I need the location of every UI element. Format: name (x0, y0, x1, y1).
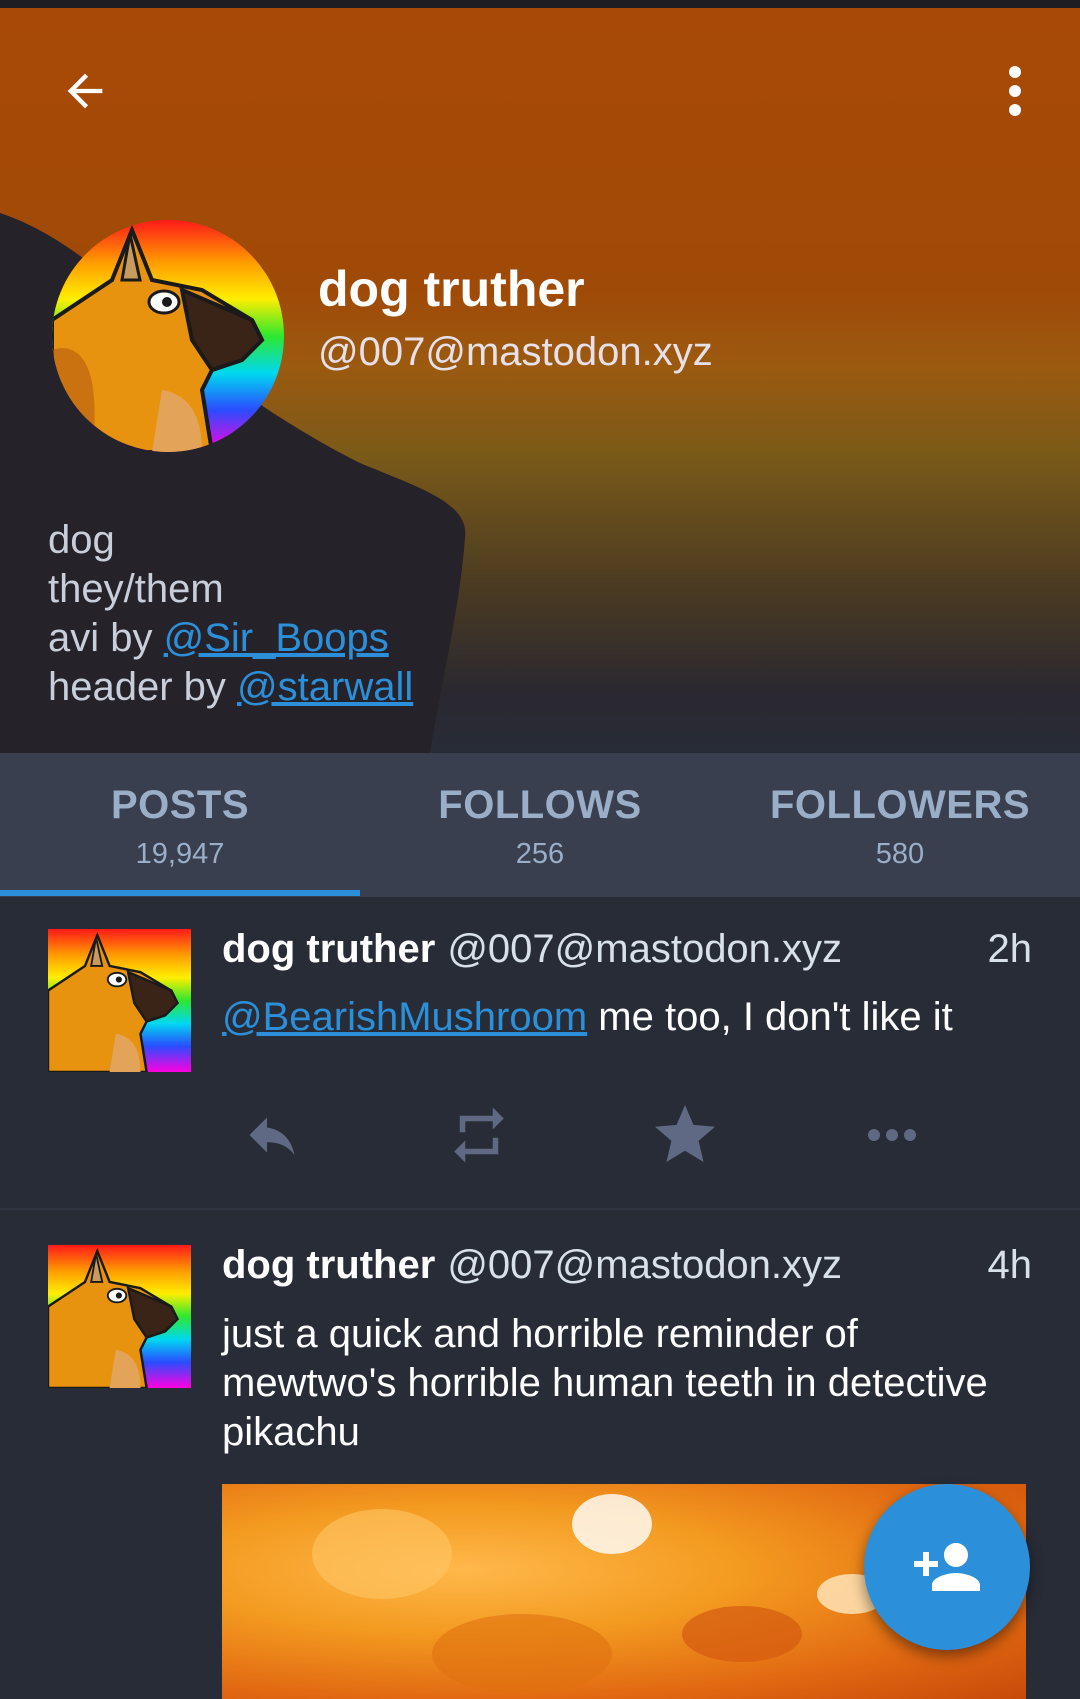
status-display-name[interactable]: dog truther (222, 1243, 435, 1288)
boost-button[interactable] (429, 1095, 529, 1175)
status-account[interactable]: @007@mastodon.xyz (447, 927, 987, 972)
system-status-bar (0, 0, 1080, 8)
boost-icon (453, 1107, 504, 1163)
tab-posts-count: 19,947 (135, 838, 225, 870)
tab-followers-label: FOLLOWERS (769, 783, 1031, 827)
header-credit-link[interactable]: @starwall (237, 665, 413, 709)
tab-followers[interactable]: FOLLOWERS 580 (720, 753, 1080, 897)
bio-line: avi by @Sir_Boops (48, 614, 413, 663)
status-text: me too, I don't like it (587, 995, 953, 1039)
profile-avatar[interactable] (52, 220, 284, 452)
mention-link[interactable]: @BearishMushroom (222, 995, 587, 1039)
reply-button[interactable] (222, 1095, 322, 1175)
status-account[interactable]: @007@mastodon.xyz (447, 1243, 987, 1288)
more-horiz-icon (867, 1129, 916, 1141)
status-header: dog truther @007@mastodon.xyz 4h (222, 1243, 1032, 1288)
status-avatar[interactable] (48, 1245, 191, 1388)
back-button[interactable] (50, 56, 120, 126)
more-vert-icon (1009, 66, 1021, 116)
profile-tabs: POSTS 19,947 FOLLOWS 256 FOLLOWERS 580 (0, 753, 1080, 897)
avi-credit-link[interactable]: @Sir_Boops (164, 616, 389, 660)
status-display-name[interactable]: dog truther (222, 927, 435, 972)
bio-line: header by @starwall (48, 663, 413, 712)
bio-avi-prefix: avi by (48, 616, 164, 660)
status-avatar[interactable] (48, 929, 191, 1072)
active-tab-indicator (0, 890, 360, 896)
bio-line: they/them (48, 567, 224, 611)
status-timestamp: 2h (987, 927, 1033, 971)
status-header: dog truther @007@mastodon.xyz 2h (222, 927, 1032, 972)
more-options-button[interactable] (842, 1095, 942, 1175)
person-add-icon (914, 1543, 980, 1591)
favourite-button[interactable] (635, 1095, 735, 1175)
profile-handle: @007@mastodon.xyz (318, 330, 713, 374)
status-actions (222, 1095, 942, 1175)
tab-posts-label: POSTS (110, 783, 250, 827)
profile-bio: dog they/them avi by @Sir_Boops header b… (48, 516, 413, 712)
bio-header-prefix: header by (48, 665, 238, 709)
tab-posts[interactable]: POSTS 19,947 (0, 753, 360, 897)
profile-display-name: dog truther (318, 261, 585, 317)
tab-follows-label: FOLLOWS (438, 783, 642, 827)
status-item[interactable]: dog truther @007@mastodon.xyz 2h @Bearis… (0, 897, 1080, 1209)
status-timestamp: 4h (987, 1243, 1033, 1287)
bio-line: dog (48, 518, 115, 562)
tab-follows-count: 256 (515, 838, 565, 870)
dog-avatar-image (52, 220, 284, 452)
tab-follows[interactable]: FOLLOWS 256 (360, 753, 720, 897)
dog-avatar-image (48, 1245, 191, 1388)
reply-icon (249, 1117, 295, 1155)
tab-followers-count: 580 (875, 838, 925, 870)
arrow-left-icon (67, 73, 103, 109)
profile-header: dog truther @007@mastodon.xyz dog they/t… (0, 8, 1080, 753)
favourite-icon (655, 1105, 716, 1162)
follow-button[interactable] (864, 1484, 1030, 1650)
overflow-menu-button[interactable] (980, 56, 1050, 126)
status-content: just a quick and horrible reminder of me… (222, 1312, 988, 1454)
status-content: @BearishMushroom me too, I don't like it (222, 993, 1042, 1042)
dog-avatar-image (48, 929, 191, 1072)
